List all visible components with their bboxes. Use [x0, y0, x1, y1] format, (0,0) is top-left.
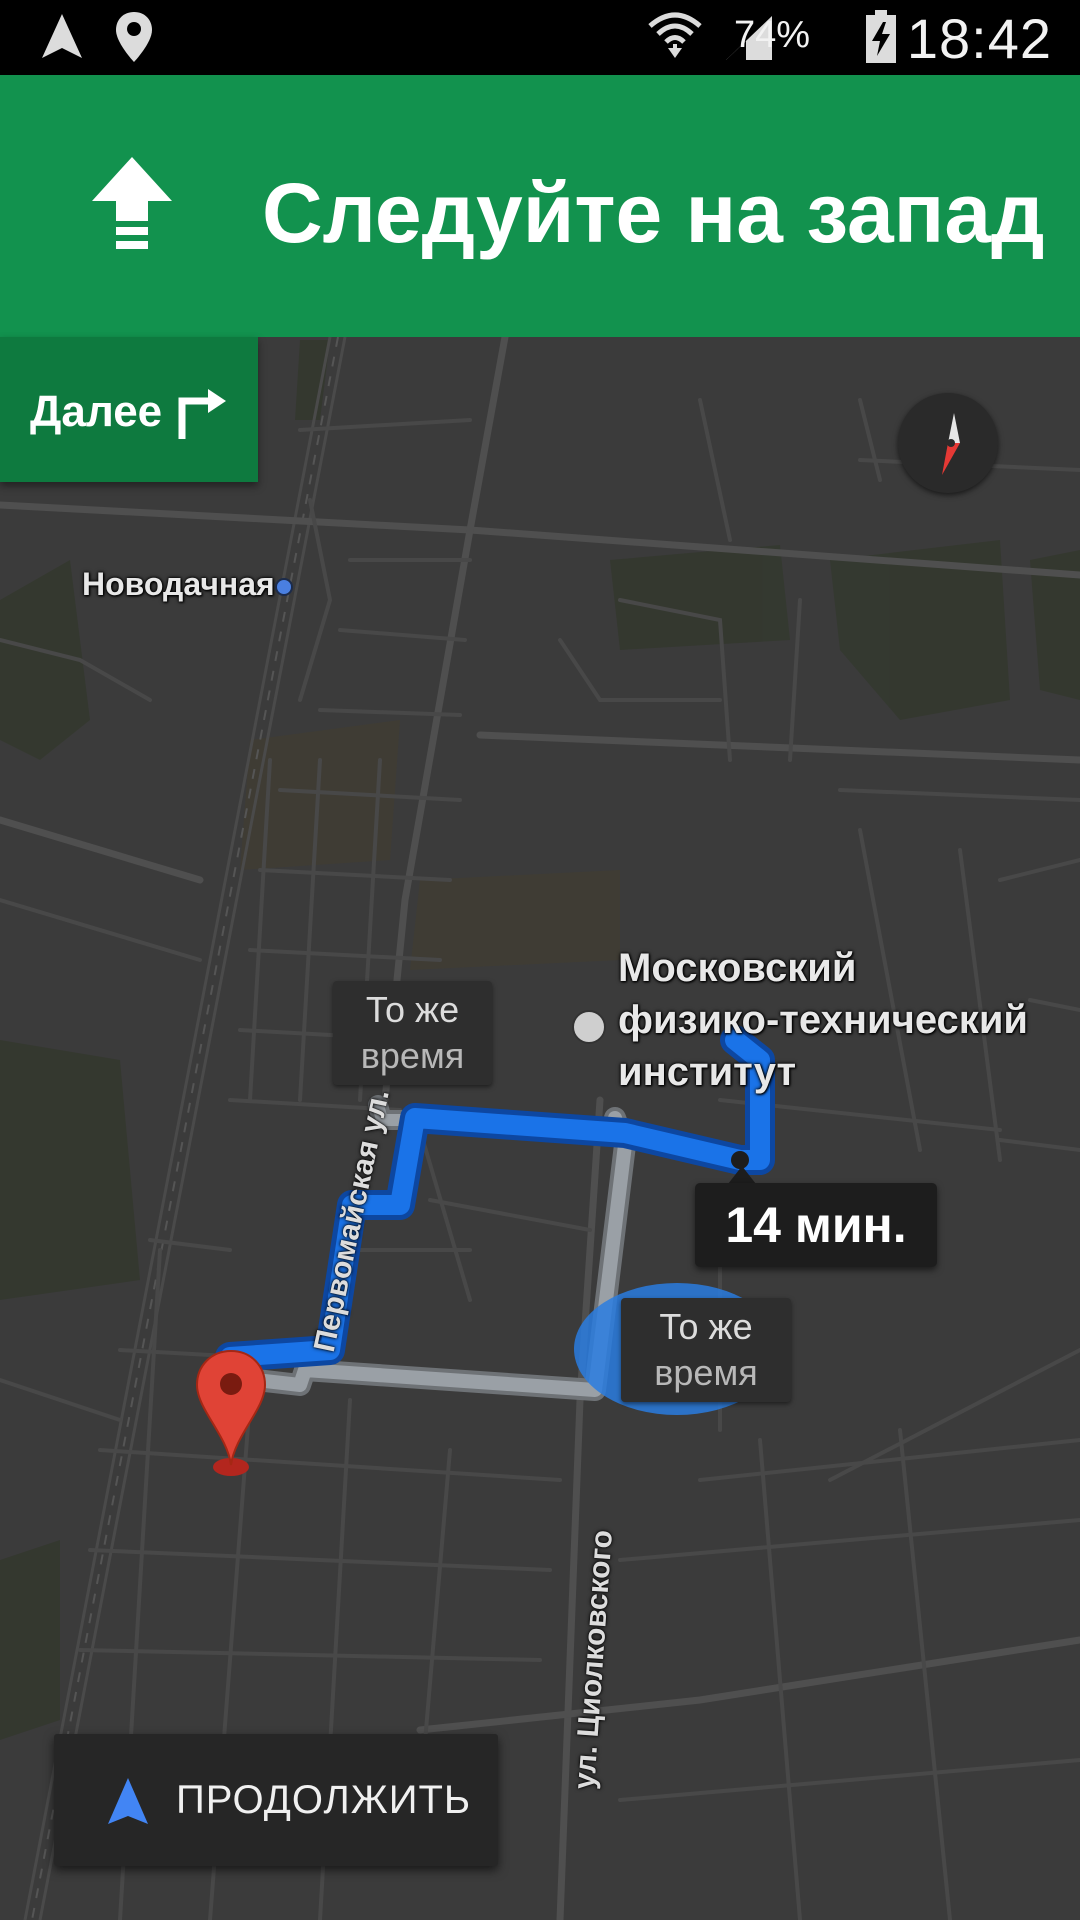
battery-percent: 74% — [733, 14, 810, 56]
alt-route-callout-line2: время — [360, 1035, 465, 1076]
poi-label-line1: Московский — [618, 946, 857, 990]
instruction-text: Следуйте на запад — [262, 166, 1045, 260]
alt-route-callout[interactable]: То же время — [621, 1298, 791, 1402]
poi-label-line2: физико-технический — [618, 998, 1028, 1042]
poi-label-line3: институт — [618, 1050, 797, 1094]
next-turn-card[interactable]: Далее — [0, 337, 258, 482]
status-bar: 74% 18:42 — [0, 0, 1080, 75]
turn-right-icon — [176, 387, 228, 446]
poi-icon — [572, 1010, 606, 1044]
battery-charging-icon — [864, 10, 898, 69]
alt-route-callout[interactable]: То же время — [333, 981, 492, 1085]
eta-pointer — [728, 1166, 756, 1184]
alt-route-callout-line1: То же — [659, 1306, 753, 1347]
location-pin-icon — [114, 10, 154, 69]
straight-arrow-icon — [92, 157, 172, 258]
eta-callout[interactable]: 14 мин. — [695, 1183, 937, 1267]
continue-button-label: ПРОДОЛЖИТЬ — [176, 1778, 472, 1822]
navigation-banner[interactable]: Следуйте на запад — [0, 75, 1080, 337]
alt-route-callout-line2: время — [654, 1352, 758, 1393]
alt-route-callout-line1: То же — [365, 989, 460, 1030]
continue-button[interactable]: ПРОДОЛЖИТЬ — [54, 1734, 498, 1866]
wifi-icon — [646, 8, 704, 69]
navigation-arrow-icon — [106, 1778, 150, 1831]
navigation-arrow-icon — [38, 10, 86, 67]
destination-pin-icon[interactable] — [193, 1347, 275, 1482]
compass-icon[interactable] — [898, 393, 998, 493]
station-label: Новодачная — [82, 566, 275, 602]
next-turn-label: Далее — [30, 387, 163, 436]
clock: 18:42 — [906, 7, 1052, 70]
station-icon — [275, 578, 293, 596]
